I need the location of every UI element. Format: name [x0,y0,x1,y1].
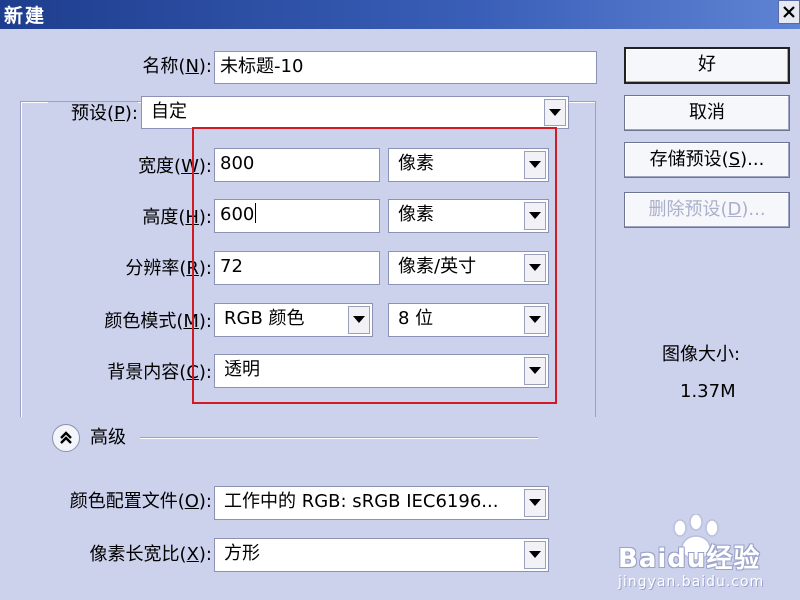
title-bar[interactable]: 新建 [0,0,800,29]
background-contents-label: 背景内容(C): [107,362,212,383]
preset-dropdown-button[interactable] [544,99,566,126]
close-icon [783,6,795,18]
ok-button[interactable]: 好 [624,47,790,84]
pixel-aspect-label: 像素长宽比(X): [89,544,212,565]
name-input[interactable]: 未标题-10 [214,51,597,84]
close-button[interactable] [778,0,800,24]
baidu-watermark: Baidu经验 jingyan.baidu.com [612,512,800,600]
cancel-button[interactable]: 取消 [624,95,790,131]
chevron-down-icon [529,551,541,558]
preset-select[interactable]: 自定 [141,96,569,129]
delete-preset-button[interactable]: 删除预设(D)... [624,192,790,228]
color-profile-select[interactable]: 工作中的 RGB: sRGB IEC6196... [214,486,549,520]
advanced-toggle-button[interactable] [52,424,80,452]
advanced-divider [140,437,538,439]
watermark-url: jingyan.baidu.com [618,574,765,590]
color-profile-label: 颜色配置文件(O): [69,491,212,512]
highlight-box [192,127,557,404]
image-size-value: 1.37M [680,381,736,402]
color-mode-label: 颜色模式(M): [104,311,212,332]
chevron-down-icon [549,108,561,116]
pixel-aspect-select[interactable]: 方形 [214,538,549,572]
save-preset-button[interactable]: 存储预设(S)... [624,142,790,178]
pixel-aspect-dropdown-button[interactable] [524,541,546,569]
watermark-brand: Baidu经验 [618,544,761,574]
preset-label: 预设(P): [48,102,138,126]
color-profile-dropdown-button[interactable] [524,489,546,517]
double-chevron-up-icon [60,431,72,444]
name-label: 名称(N): [142,56,212,77]
dialog-title: 新建 [4,5,47,27]
image-size-label: 图像大小: [662,344,741,365]
chevron-down-icon [529,499,541,506]
advanced-label: 高级 [90,427,126,448]
